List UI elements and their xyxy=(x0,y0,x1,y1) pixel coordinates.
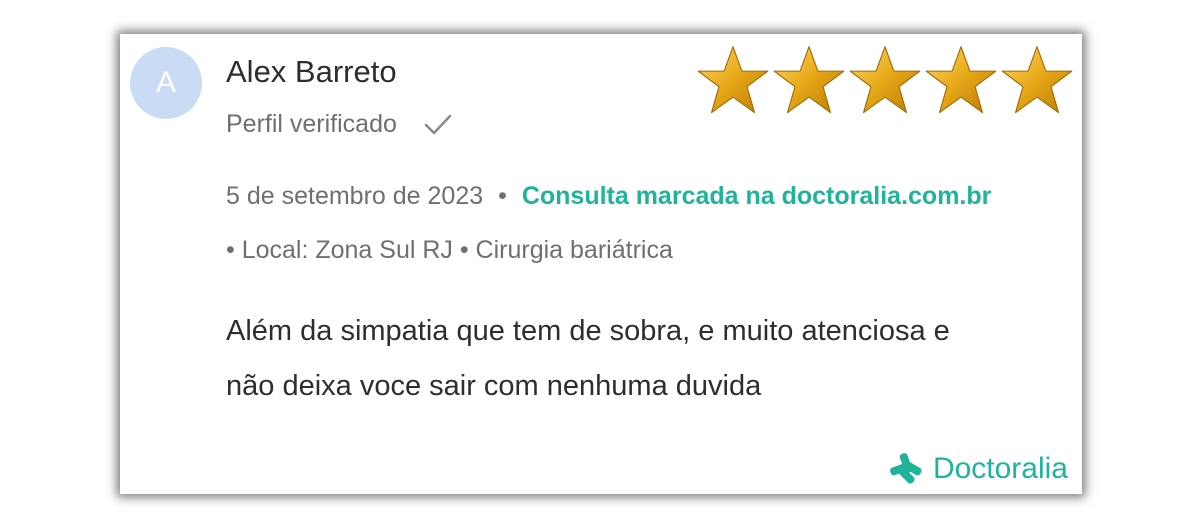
star-icon xyxy=(925,46,997,114)
booking-source-link[interactable]: Consulta marcada na doctoralia.com.br xyxy=(522,182,992,210)
doctoralia-logo-icon xyxy=(889,452,923,486)
review-date: 5 de setembro de 2023 xyxy=(226,182,484,210)
review-text: Além da simpatia que tem de sobra, e mui… xyxy=(226,315,950,402)
review-meta: 5 de setembro de 2023 • Consulta marcada… xyxy=(226,182,991,211)
star-icon xyxy=(849,46,921,114)
avatar-initial: A xyxy=(155,66,176,99)
reviewer-name: Alex Barreto xyxy=(226,54,397,89)
brand-logo: Doctoralia xyxy=(889,452,1068,486)
check-icon xyxy=(423,112,453,138)
review-card: A Alex Barreto Perfil verificado 5 de se… xyxy=(120,34,1082,494)
star-icon xyxy=(1001,46,1073,114)
brand-name: Doctoralia xyxy=(932,452,1068,485)
location-service: • Local: Zona Sul RJ • Cirurgia bariátri… xyxy=(226,236,673,264)
star-icon xyxy=(697,46,769,114)
verified-profile: Perfil verificado xyxy=(226,110,453,139)
verified-label: Perfil verificado xyxy=(226,110,397,138)
star-rating xyxy=(696,44,1074,116)
star-icon xyxy=(773,46,845,114)
avatar: A xyxy=(130,47,202,119)
meta-separator: • xyxy=(498,182,507,210)
